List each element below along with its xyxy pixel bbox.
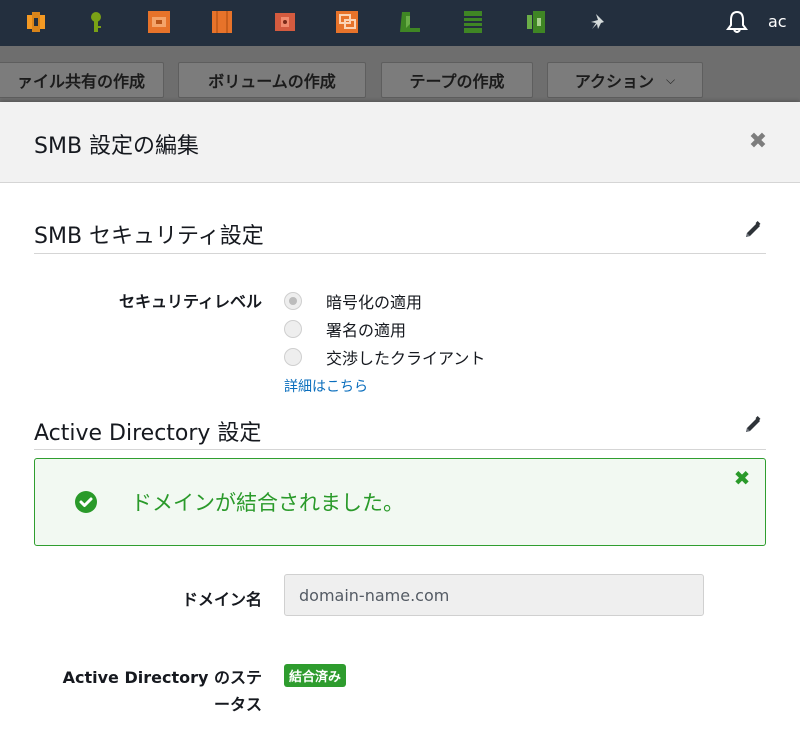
radio-button[interactable] xyxy=(284,320,302,338)
active-directory-section-title: Active Directory 設定 xyxy=(34,421,262,446)
key-service-icon[interactable] xyxy=(83,9,109,35)
notification-bell-icon[interactable] xyxy=(726,10,748,38)
s3-service-icon[interactable] xyxy=(397,9,423,35)
workspaces-service-icon[interactable] xyxy=(334,9,360,35)
edit-smb-security-pencil-icon[interactable] xyxy=(743,220,763,244)
status-label-line: ータス xyxy=(213,695,262,714)
storage-gateway-service-icon[interactable] xyxy=(460,9,486,35)
dialog-header: SMB 設定の編集 ✖ xyxy=(0,102,800,183)
actions-label: アクション xyxy=(574,72,655,91)
compute-service-icon[interactable] xyxy=(23,9,49,35)
section-divider xyxy=(34,253,766,254)
smb-security-section-title: SMB セキュリティ設定 xyxy=(34,224,264,249)
radio-label: 暗号化の適用 xyxy=(326,293,423,312)
security-level-label: セキュリティレベル xyxy=(118,292,262,311)
check-circle-icon xyxy=(75,491,97,517)
create-volume-button[interactable]: ボリュームの作成 xyxy=(178,62,366,98)
edit-active-directory-pencil-icon[interactable] xyxy=(743,415,763,439)
radio-label: 交渉したクライアント xyxy=(326,349,486,368)
domain-name-label: ドメイン名 xyxy=(181,590,262,609)
radio-label: 署名の適用 xyxy=(326,321,407,340)
account-menu-text[interactable]: ac xyxy=(768,12,787,31)
domain-name-field[interactable] xyxy=(284,574,704,616)
dialog-title: SMB 設定の編集 xyxy=(34,134,200,159)
actions-dropdown-button[interactable]: アクション ⌵ xyxy=(547,62,703,98)
dismiss-alert-close-icon[interactable]: ✖ xyxy=(733,468,751,488)
create-volume-label: ボリュームの作成 xyxy=(208,72,336,91)
status-badge: 結合済み xyxy=(284,664,347,687)
create-tape-label: テープの作成 xyxy=(409,72,505,91)
close-icon[interactable]: ✖ xyxy=(748,131,768,153)
radio-button[interactable] xyxy=(284,348,302,366)
create-file-share-label: ァイル共有の作成 xyxy=(16,72,145,91)
create-file-share-button[interactable]: ァイル共有の作成 xyxy=(0,62,164,98)
backup-service-icon[interactable] xyxy=(523,9,549,35)
active-directory-status-label: Active Directory のステ ータス xyxy=(34,664,262,718)
create-tape-button[interactable]: テープの作成 xyxy=(381,62,533,98)
radio-enforce-signing[interactable]: 署名の適用 xyxy=(284,317,406,341)
radio-client-negotiated[interactable]: 交渉したクライアント xyxy=(284,345,485,369)
top-navigation-bar: ac xyxy=(0,0,800,46)
chevron-down-icon: ⌵ xyxy=(666,72,676,87)
api-service-icon[interactable] xyxy=(146,9,172,35)
learn-more-link[interactable]: 詳細はこちら xyxy=(284,376,368,396)
edit-smb-settings-dialog: SMB 設定の編集 ✖ SMB セキュリティ設定 セキュリティレベル 暗号化の適… xyxy=(0,102,800,732)
alert-message: ドメインが結合されました。 xyxy=(131,491,404,515)
radio-button-selected[interactable] xyxy=(284,292,302,310)
status-label-line: Active Directory のステ xyxy=(62,668,262,687)
section-divider xyxy=(34,449,766,450)
domain-joined-success-alert: ドメインが結合されました。 ✖ xyxy=(34,458,766,546)
ec2-service-icon[interactable] xyxy=(209,9,235,35)
lambda-service-icon[interactable] xyxy=(272,9,298,35)
pin-icon[interactable] xyxy=(586,9,612,35)
radio-enforce-encryption[interactable]: 暗号化の適用 xyxy=(284,289,422,313)
